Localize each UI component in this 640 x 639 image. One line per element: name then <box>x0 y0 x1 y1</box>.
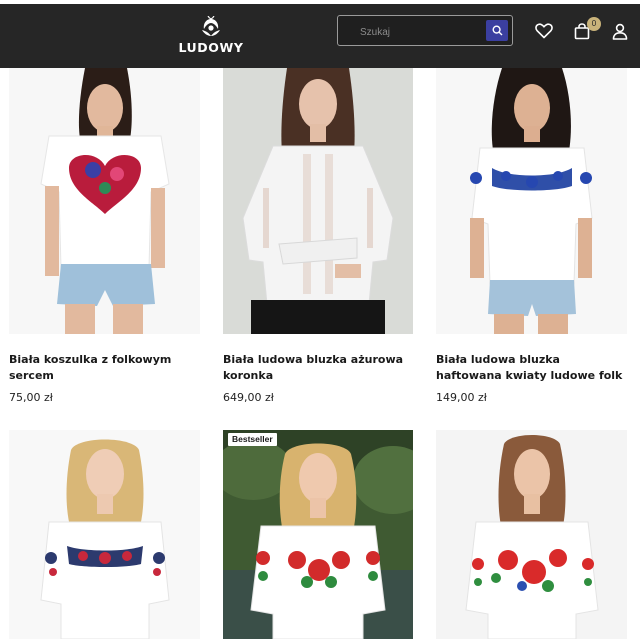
search-icon <box>491 25 502 36</box>
account-button[interactable] <box>609 20 631 42</box>
search-button[interactable] <box>486 20 508 41</box>
product-image[interactable] <box>436 68 627 334</box>
product-price: 75,00 zł <box>9 391 53 404</box>
site-header: LUDOWY 0 <box>0 4 640 68</box>
search-box <box>337 15 513 46</box>
bestseller-badge: Bestseller <box>228 433 277 446</box>
product-title[interactable]: Biała koszulka z folkowym sercem <box>9 352 199 384</box>
product-image[interactable] <box>9 68 200 334</box>
product-image[interactable] <box>436 430 627 639</box>
product-image[interactable] <box>9 430 200 639</box>
product-image[interactable] <box>223 430 413 639</box>
logo-text: LUDOWY <box>178 40 244 55</box>
search-input[interactable] <box>358 22 482 42</box>
cart-count-badge: 0 <box>587 17 601 31</box>
product-price: 649,00 zł <box>223 391 274 404</box>
product-title[interactable]: Biała ludowa bluzka ażurowa koronka <box>223 352 413 384</box>
logo-mark-icon <box>202 16 220 36</box>
wishlist-button[interactable] <box>533 20 555 42</box>
product-price: 149,00 zł <box>436 391 487 404</box>
heart-icon <box>535 23 553 39</box>
product-title[interactable]: Biała ludowa bluzka haftowana kwiaty lud… <box>436 352 626 384</box>
logo[interactable]: LUDOWY <box>178 16 244 62</box>
user-icon <box>612 23 628 40</box>
product-image[interactable] <box>223 68 413 334</box>
